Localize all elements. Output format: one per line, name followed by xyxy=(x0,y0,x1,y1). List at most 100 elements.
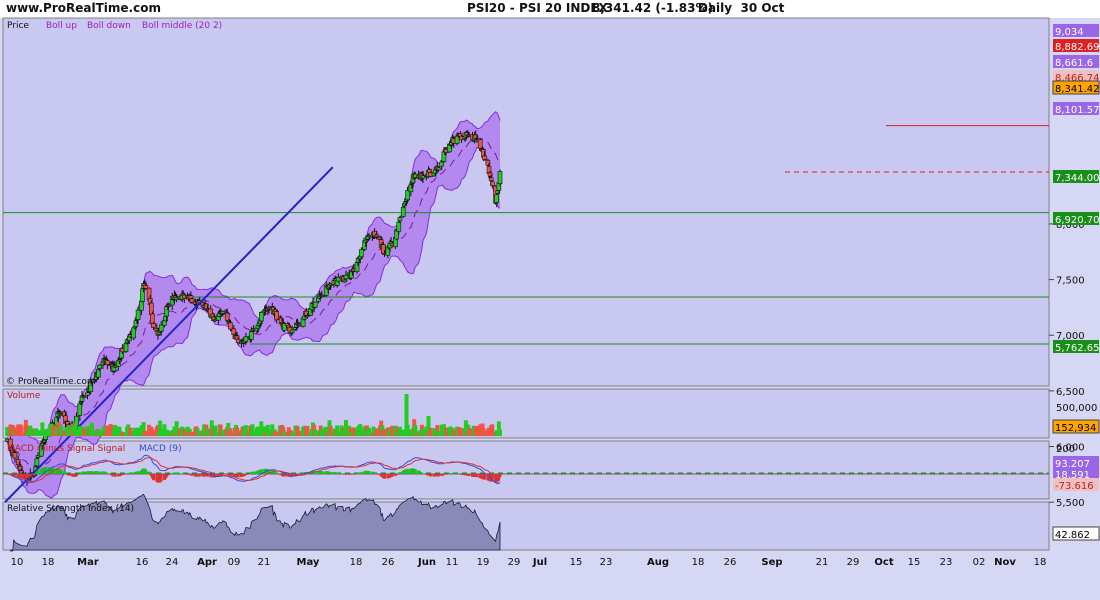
macd-tick-label: 200 xyxy=(1056,444,1075,455)
x-day-label: 18 xyxy=(1034,557,1047,568)
x-day-label: 19 xyxy=(477,557,490,568)
price-value-tag: 9,034 xyxy=(1055,27,1084,38)
x-day-label: 26 xyxy=(724,557,737,568)
rsi-panel-title: Relative Strength Index (14) xyxy=(7,504,134,514)
macd-histogram-bar xyxy=(252,471,256,474)
candle-body xyxy=(289,329,295,334)
volume-tick-label: 500,000 xyxy=(1056,403,1097,414)
candle-body xyxy=(97,364,102,369)
x-month-label: Sep xyxy=(761,557,782,568)
macd-histogram-bar xyxy=(221,474,225,475)
macd-histogram-bar xyxy=(36,470,40,474)
x-month-label: Oct xyxy=(874,557,893,568)
x-day-label: 15 xyxy=(908,557,921,568)
macd-histogram-bar xyxy=(460,474,463,475)
x-month-label: Mar xyxy=(77,557,99,568)
candle-body xyxy=(123,343,129,352)
legend-boll-middle: Boll middle (20 2) xyxy=(142,21,222,31)
macd-histogram-bar xyxy=(321,471,325,474)
macd-histogram-bar xyxy=(421,473,425,475)
candle-body xyxy=(305,315,310,318)
macd-histogram-bar xyxy=(190,474,194,476)
price-tick-label: 6,500 xyxy=(1056,387,1085,398)
candle-body xyxy=(158,324,164,332)
x-day-label: 26 xyxy=(382,557,395,568)
macd-histogram-bar xyxy=(429,474,433,477)
macd-histogram-bar xyxy=(198,474,202,477)
candle-body xyxy=(397,217,403,222)
macd-histogram-bar xyxy=(398,472,402,474)
macd-histogram-bar xyxy=(436,474,440,477)
macd-histogram-bar xyxy=(159,474,163,482)
x-day-label: 23 xyxy=(600,557,613,568)
x-month-label: Apr xyxy=(197,557,217,568)
candle-body xyxy=(151,323,156,328)
macd-histogram-bar xyxy=(105,473,109,475)
macd-histogram-bar xyxy=(406,468,410,474)
macd-panel-title: MACD minus Signal Signal xyxy=(7,444,125,454)
x-day-label: 18 xyxy=(350,557,363,568)
macd-histogram-bar xyxy=(152,474,155,481)
candle-body xyxy=(439,161,445,167)
candle-body xyxy=(374,234,380,237)
x-day-label: 18 xyxy=(42,557,55,568)
price-value-tag: 8,882.69 xyxy=(1055,42,1100,53)
macd-histogram-bar xyxy=(144,469,148,474)
x-month-label: Nov xyxy=(994,557,1016,568)
chart-canvas[interactable]: 5,5006,0006,5007,0007,5008,000500,000200… xyxy=(0,0,1100,600)
macd-histogram-bar xyxy=(136,471,140,474)
macd-histogram-bar xyxy=(128,472,132,474)
x-month-label: Aug xyxy=(647,557,669,568)
candle-body xyxy=(266,307,272,310)
macd-histogram-bar xyxy=(396,474,400,475)
macd-histogram-bar xyxy=(229,474,232,476)
candle-body xyxy=(396,221,402,232)
macd-histogram-bar xyxy=(483,474,487,480)
price-tick-label: 5,500 xyxy=(1056,498,1085,509)
x-day-label: 02 xyxy=(973,557,986,568)
volume-value-tag: 152,934 xyxy=(1055,423,1096,434)
x-day-label: 23 xyxy=(940,557,953,568)
macd-histogram-bar xyxy=(167,474,171,475)
x-day-label: 11 xyxy=(446,557,459,568)
candle-body xyxy=(312,301,318,308)
x-day-label: 29 xyxy=(508,557,521,568)
macd-histogram-bar xyxy=(467,474,471,477)
macd-histogram-bar xyxy=(33,474,37,475)
candle-body xyxy=(258,312,264,322)
candle-body xyxy=(34,458,40,467)
x-month-label: May xyxy=(297,557,320,568)
price-value-tag: 5,762.65 xyxy=(1055,343,1100,354)
candle-body xyxy=(105,360,110,365)
x-month-label: Jul xyxy=(532,557,547,568)
x-day-label: 16 xyxy=(136,557,149,568)
price-panel-title: Price xyxy=(7,21,29,31)
macd-histogram-bar xyxy=(383,474,386,479)
x-day-label: 21 xyxy=(816,557,829,568)
x-day-label: 15 xyxy=(570,557,583,568)
macd-histogram-bar xyxy=(375,474,379,475)
legend-boll-down: Boll down xyxy=(87,21,131,31)
x-day-label: 24 xyxy=(166,557,179,568)
macd-histogram-bar xyxy=(390,474,394,477)
x-day-label: 10 xyxy=(11,557,24,568)
macd-histogram-bar xyxy=(124,474,128,475)
candle-body xyxy=(359,249,364,258)
macd-histogram-bar xyxy=(78,474,82,475)
macd-histogram-bar xyxy=(420,473,424,474)
macd-histogram-bar xyxy=(329,472,333,474)
watermark: © ProRealTime.com xyxy=(6,377,96,387)
macd-histogram-bar xyxy=(205,474,209,477)
x-month-label: Jun xyxy=(417,557,436,568)
macd-histogram-bar xyxy=(113,474,117,477)
candle-body xyxy=(85,392,90,396)
macd-histogram-bar xyxy=(28,474,32,476)
x-day-label: 29 xyxy=(847,557,860,568)
candle-body xyxy=(494,194,500,203)
candle-body xyxy=(482,155,487,160)
candle-body xyxy=(224,312,230,321)
price-value-tag: 8,101.57 xyxy=(1055,105,1100,116)
candle-body xyxy=(81,396,87,399)
macd-histogram-bar xyxy=(244,474,248,475)
macd-histogram-bar xyxy=(352,474,356,475)
